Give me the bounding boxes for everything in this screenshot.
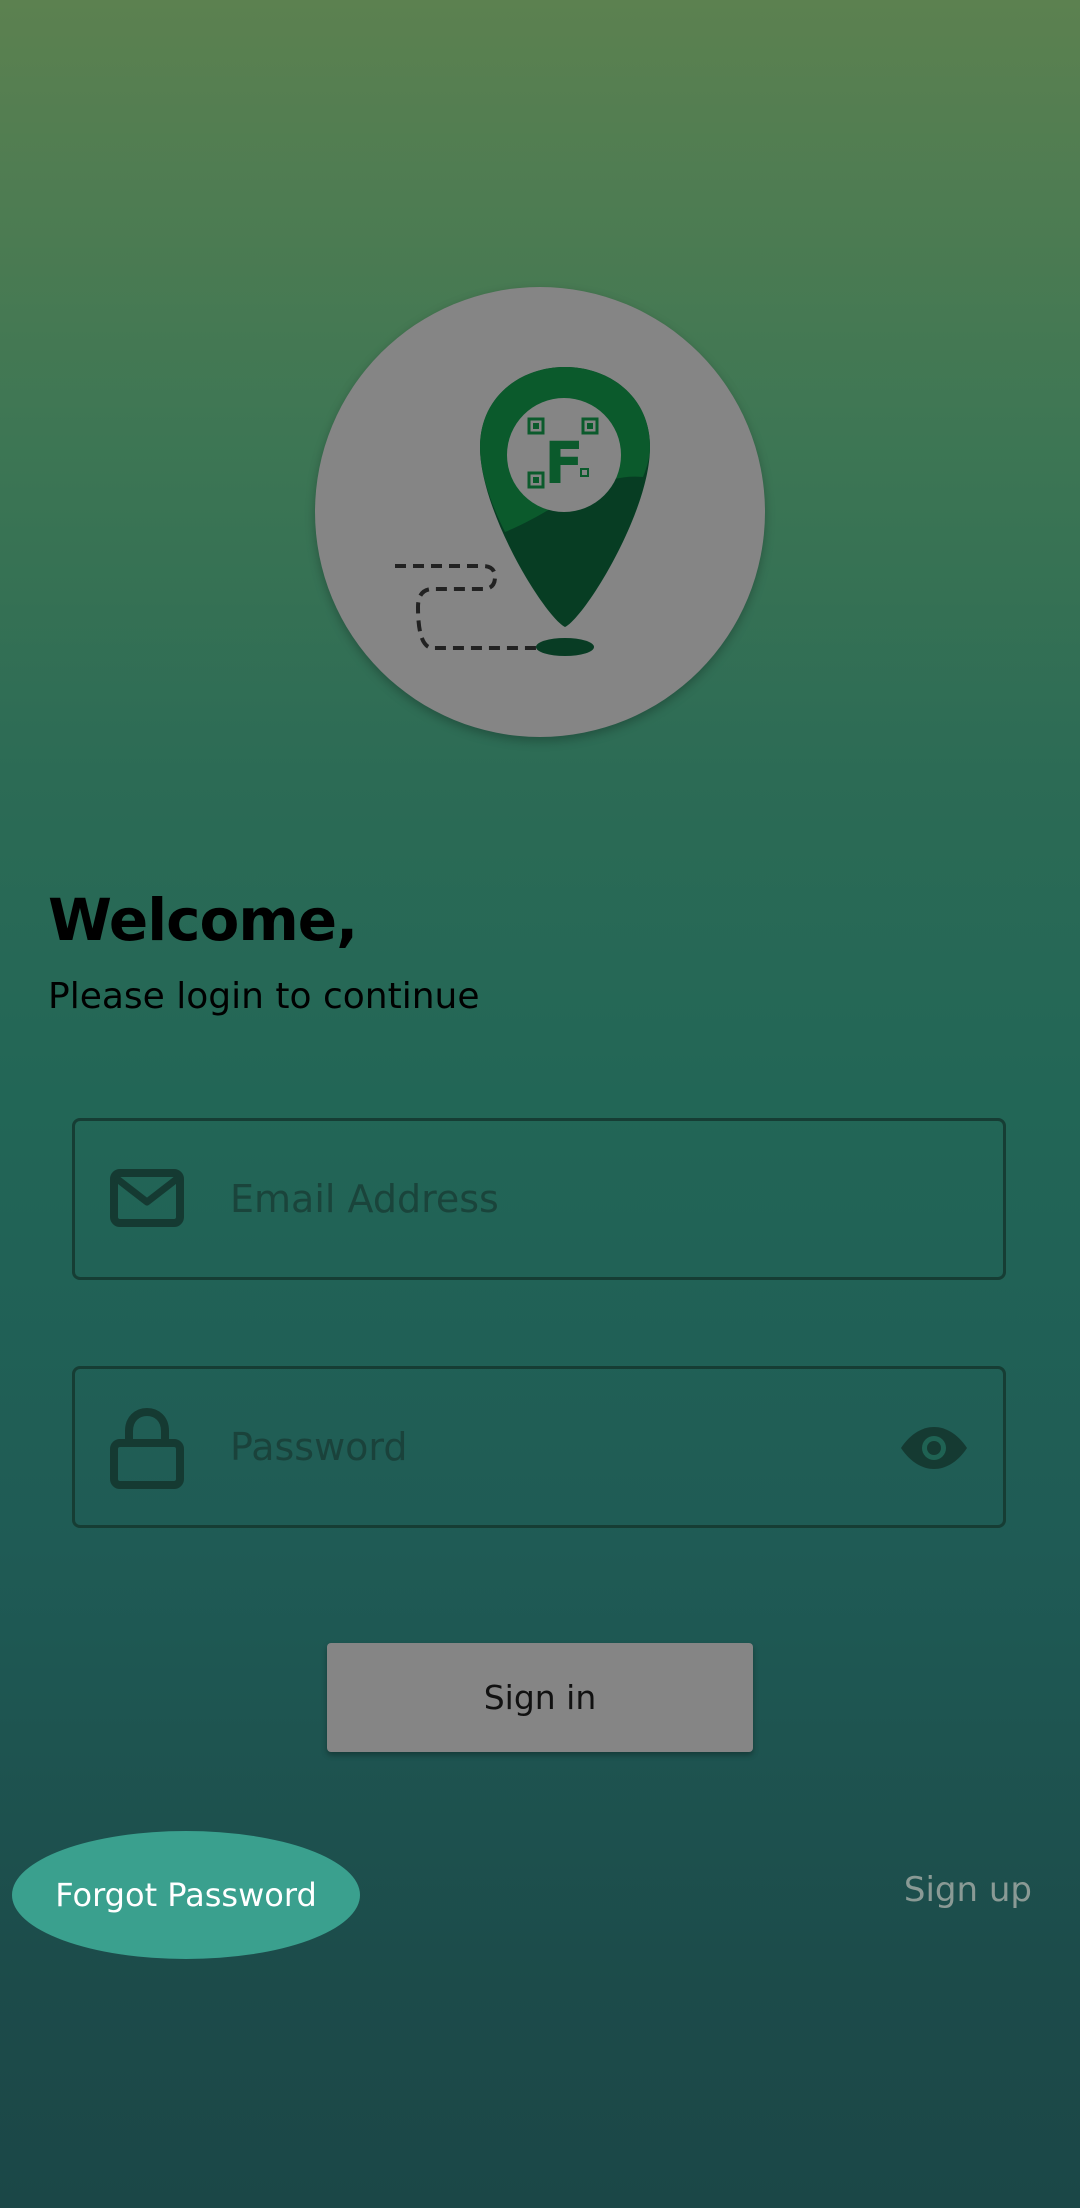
lock-icon xyxy=(110,1407,184,1489)
welcome-subtitle: Please login to continue xyxy=(48,976,480,1017)
app-logo: F xyxy=(315,287,765,737)
logo-letter: F xyxy=(544,429,584,497)
email-input[interactable] xyxy=(230,1121,850,1277)
email-field[interactable] xyxy=(72,1118,1006,1280)
sign-in-button[interactable]: Sign in xyxy=(327,1643,753,1752)
password-input[interactable] xyxy=(230,1369,850,1525)
envelope-icon xyxy=(110,1169,184,1227)
password-field[interactable] xyxy=(72,1366,1006,1528)
forgot-password-label: Forgot Password xyxy=(55,1876,317,1914)
forgot-password-button[interactable]: Forgot Password xyxy=(12,1831,360,1959)
eye-icon[interactable] xyxy=(899,1425,969,1471)
location-pin-logo-icon: F xyxy=(395,367,650,656)
sign-up-link[interactable]: Sign up xyxy=(904,1870,1032,1910)
welcome-title: Welcome, xyxy=(48,886,358,954)
